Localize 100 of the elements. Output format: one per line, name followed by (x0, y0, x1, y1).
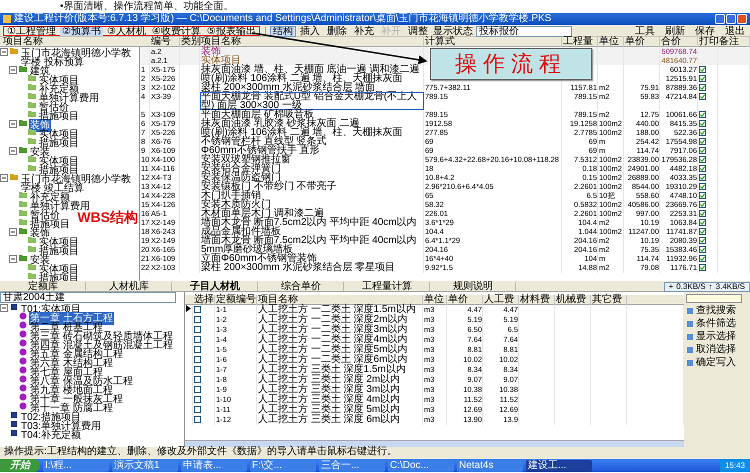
table-cell: 安装木质防火门 (201, 199, 271, 210)
book-icon (10, 303, 18, 311)
checkbox[interactable] (699, 246, 706, 253)
taskbar-button[interactable]: 申请表... (181, 460, 247, 472)
checkbox[interactable] (699, 210, 706, 217)
checkbox[interactable] (699, 138, 706, 145)
action-button[interactable]: 查找搜索 (686, 306, 748, 316)
panel-tab[interactable]: 综合单价 (258, 282, 344, 291)
checkbox[interactable] (194, 376, 201, 383)
table-cell: 人工挖土方 一二类土 深度4m以内 (258, 334, 408, 345)
taskbar-button[interactable]: C:\Doc... (388, 460, 454, 472)
collapse-icon[interactable] (0, 174, 8, 182)
collapse-icon[interactable] (9, 66, 17, 74)
checkbox[interactable] (699, 129, 706, 136)
column-header: 机械费 (555, 295, 591, 305)
action-button[interactable]: 确定写入 (686, 358, 748, 368)
checkbox[interactable] (699, 156, 706, 163)
checkbox[interactable] (194, 396, 201, 403)
checkbox[interactable] (699, 120, 706, 127)
speed-sign: + (668, 282, 674, 290)
checkbox[interactable] (699, 264, 706, 271)
module-tab[interactable]: ③人材机 (104, 26, 148, 36)
module-tab[interactable]: ①工程管理 (5, 26, 58, 36)
taskbar-button[interactable]: I:\程... (43, 460, 109, 472)
checkbox[interactable] (699, 84, 706, 91)
collapse-icon[interactable] (9, 147, 17, 155)
column-header: 编号 (150, 37, 180, 47)
taskbar-button[interactable]: Netat4s (457, 460, 523, 472)
collapse-icon[interactable] (0, 304, 8, 312)
checkbox[interactable] (194, 306, 201, 313)
collapse-icon[interactable] (9, 255, 17, 263)
minimize-button[interactable] (715, 14, 725, 24)
checkbox[interactable] (699, 219, 706, 226)
column-header: 合价 (660, 37, 698, 47)
checkbox[interactable] (194, 346, 201, 353)
collapse-icon[interactable] (9, 120, 17, 128)
module-tab[interactable]: ⑤报表输出 (204, 26, 258, 36)
status-dropdown[interactable]: 投标报价 (476, 26, 572, 36)
table-cell: 人工挖土方 一二类土 深度3m以内 (258, 324, 408, 335)
checkbox[interactable] (699, 201, 706, 208)
panel-tab[interactable]: 定额库 (0, 282, 86, 291)
checkbox[interactable] (699, 192, 706, 199)
row-pointer-icon (186, 305, 191, 312)
checkbox[interactable] (699, 237, 706, 244)
app-icon (3, 15, 11, 23)
speed-sign: ↑ (708, 282, 713, 290)
speed-rate: 3.4KB/S (716, 282, 745, 290)
table-cell: 人工挖土方 一二类土 深度2m以内 (258, 314, 408, 325)
taskbar-button[interactable]: F:\交... (250, 460, 316, 472)
checkbox[interactable] (194, 356, 201, 363)
menu-button[interactable]: 退出 (723, 26, 747, 36)
checkbox[interactable] (194, 416, 201, 423)
toolbar-button[interactable]: 删除 (324, 26, 349, 36)
checkbox[interactable] (699, 183, 706, 190)
library-dropdown[interactable]: 甘肃2004土建 (0, 292, 176, 303)
table-cell: 人工挖土方 三类土 深度 4m以内 (258, 394, 400, 405)
taskbar-button[interactable]: 三合一... (319, 460, 385, 472)
checkbox[interactable] (699, 93, 706, 100)
annotation-label: WBS结构 (77, 209, 138, 225)
checkbox[interactable] (194, 386, 201, 393)
panel-tab[interactable]: 工程量计算 (344, 282, 430, 291)
checkbox[interactable] (194, 316, 201, 323)
folder-icon (10, 173, 18, 181)
toolbar-button[interactable]: 补充 (352, 26, 376, 36)
collapse-icon[interactable] (9, 228, 17, 236)
module-tab[interactable]: ④收费计算 (150, 26, 203, 36)
start-button[interactable]: 开始 (0, 459, 40, 472)
collapse-icon[interactable] (0, 48, 8, 56)
panel-tab[interactable]: 子目人材机 (172, 282, 258, 291)
checkbox[interactable] (194, 406, 201, 413)
panel-tab[interactable]: 人材机库 (86, 282, 172, 291)
action-button[interactable]: 条件筛选 (686, 319, 748, 329)
toolbar-button[interactable]: 插入 (298, 26, 322, 36)
checkbox[interactable] (699, 165, 706, 172)
speed-rate: 0.3KB/S (676, 282, 706, 290)
checkbox[interactable] (699, 66, 706, 73)
taskbar-button[interactable]: 演示文稿1 (112, 460, 178, 472)
module-tab[interactable]: ②预算书 (60, 26, 103, 36)
close-button[interactable] (737, 14, 747, 24)
checkbox[interactable] (699, 111, 706, 118)
checkbox[interactable] (699, 174, 706, 181)
checkbox[interactable] (699, 255, 706, 262)
tree-item[interactable]: T04:补充定额 (20, 429, 82, 442)
checkbox[interactable] (699, 228, 706, 235)
checkbox[interactable] (194, 366, 201, 373)
taskbar-button[interactable]: 建设工... (526, 460, 592, 472)
action-button[interactable]: 显示选择 (686, 332, 748, 342)
panel-tab[interactable]: 规则说明 (430, 282, 516, 291)
menu-button[interactable]: 保存 (693, 26, 717, 36)
menu-button[interactable]: 工具 (633, 26, 657, 36)
checkbox[interactable] (699, 147, 706, 154)
checkbox[interactable] (194, 336, 201, 343)
column-header: 打印 (698, 37, 718, 47)
checkbox[interactable] (194, 326, 201, 333)
checkbox[interactable] (699, 75, 706, 82)
search-field[interactable] (686, 294, 742, 303)
menu-button[interactable]: 刷新 (663, 26, 687, 36)
action-button[interactable]: 取消选择 (686, 345, 748, 355)
maximize-button[interactable] (726, 14, 736, 24)
toolbar-button[interactable]: 调整 (406, 26, 430, 36)
